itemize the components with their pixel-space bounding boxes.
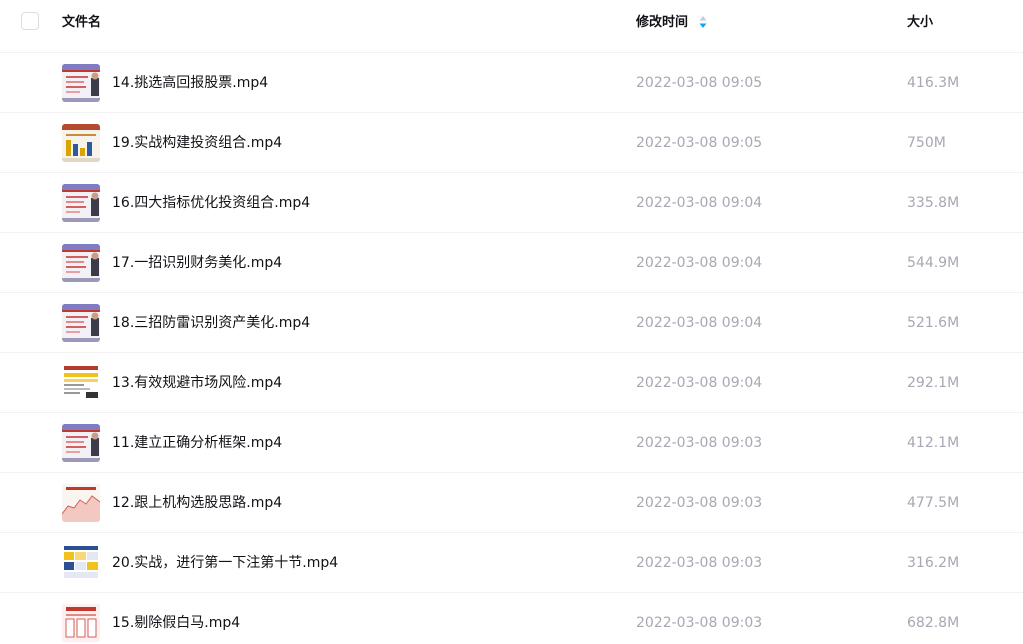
file-size: 544.9M [907, 255, 960, 271]
file-row[interactable]: 15.剔除假白马.mp4 2022-03-08 09:03 682.8M [0, 593, 1023, 644]
file-size: 412.1M [907, 435, 960, 451]
file-modified-time: 2022-03-08 09:05 [636, 75, 763, 91]
file-modified-time: 2022-03-08 09:04 [636, 255, 763, 271]
file-size: 292.1M [907, 375, 960, 391]
file-size: 477.5M [907, 495, 960, 511]
video-thumbnail-icon[interactable] [62, 64, 100, 102]
file-modified-time: 2022-03-08 09:04 [636, 375, 763, 391]
video-thumbnail-icon[interactable] [62, 484, 100, 522]
file-name[interactable]: 14.挑选高回报股票.mp4 [112, 73, 268, 93]
file-modified-time: 2022-03-08 09:03 [636, 435, 763, 451]
file-row[interactable]: 17.一招识别财务美化.mp4 2022-03-08 09:04 544.9M [0, 233, 1023, 293]
select-all-checkbox[interactable] [21, 12, 39, 30]
file-list-header: 文件名 修改时间 大小 [0, 0, 1023, 53]
file-name[interactable]: 18.三招防雷识别资产美化.mp4 [112, 313, 310, 333]
file-modified-time: 2022-03-08 09:03 [636, 495, 763, 511]
file-name[interactable]: 17.一招识别财务美化.mp4 [112, 253, 282, 273]
file-name[interactable]: 11.建立正确分析框架.mp4 [112, 433, 282, 453]
file-name[interactable]: 16.四大指标优化投资组合.mp4 [112, 193, 310, 213]
file-size: 750M [907, 135, 946, 151]
sort-arrows-icon[interactable] [699, 15, 707, 29]
file-row[interactable]: 13.有效规避市场风险.mp4 2022-03-08 09:04 292.1M [0, 353, 1023, 413]
file-name[interactable]: 19.实战构建投资组合.mp4 [112, 133, 282, 153]
file-modified-time: 2022-03-08 09:03 [636, 555, 763, 571]
file-size: 416.3M [907, 75, 960, 91]
file-name[interactable]: 12.跟上机构选股思路.mp4 [112, 493, 282, 513]
file-row[interactable]: 11.建立正确分析框架.mp4 2022-03-08 09:03 412.1M [0, 413, 1023, 473]
column-header-name-label: 文件名 [62, 15, 102, 30]
file-row[interactable]: 16.四大指标优化投资组合.mp4 2022-03-08 09:04 335.8M [0, 173, 1023, 233]
column-header-modified[interactable]: 修改时间 [636, 14, 707, 32]
file-rows: 14.挑选高回报股票.mp4 2022-03-08 09:05 416.3M 19.实… [0, 53, 1023, 644]
file-list: 文件名 修改时间 大小 14.挑选高回报股票.mp4 2022-03-08 09:… [0, 0, 1023, 644]
file-row[interactable]: 19.实战构建投资组合.mp4 2022-03-08 09:05 750M [0, 113, 1023, 173]
video-thumbnail-icon[interactable] [62, 244, 100, 282]
file-modified-time: 2022-03-08 09:04 [636, 195, 763, 211]
file-size: 335.8M [907, 195, 960, 211]
video-thumbnail-icon[interactable] [62, 544, 100, 582]
video-thumbnail-icon[interactable] [62, 184, 100, 222]
column-header-size-label: 大小 [907, 15, 934, 30]
video-thumbnail-icon[interactable] [62, 604, 100, 642]
file-row[interactable]: 12.跟上机构选股思路.mp4 2022-03-08 09:03 477.5M [0, 473, 1023, 533]
column-header-modified-label: 修改时间 [636, 15, 689, 30]
file-size: 682.8M [907, 615, 960, 631]
column-header-name[interactable]: 文件名 [62, 14, 101, 32]
video-thumbnail-icon[interactable] [62, 124, 100, 162]
file-modified-time: 2022-03-08 09:03 [636, 615, 763, 631]
file-size: 521.6M [907, 315, 960, 331]
column-header-size[interactable]: 大小 [907, 14, 933, 32]
file-name[interactable]: 13.有效规避市场风险.mp4 [112, 373, 282, 393]
file-modified-time: 2022-03-08 09:05 [636, 135, 763, 151]
file-size: 316.2M [907, 555, 960, 571]
video-thumbnail-icon[interactable] [62, 424, 100, 462]
file-modified-time: 2022-03-08 09:04 [636, 315, 763, 331]
video-thumbnail-icon[interactable] [62, 304, 100, 342]
file-name[interactable]: 20.实战，进行第一下注第十节.mp4 [112, 553, 338, 573]
file-row[interactable]: 20.实战，进行第一下注第十节.mp4 2022-03-08 09:03 316.2… [0, 533, 1023, 593]
file-row[interactable]: 18.三招防雷识别资产美化.mp4 2022-03-08 09:04 521.6M [0, 293, 1023, 353]
file-name[interactable]: 15.剔除假白马.mp4 [112, 613, 240, 633]
file-row[interactable]: 14.挑选高回报股票.mp4 2022-03-08 09:05 416.3M [0, 53, 1023, 113]
video-thumbnail-icon[interactable] [62, 364, 100, 402]
